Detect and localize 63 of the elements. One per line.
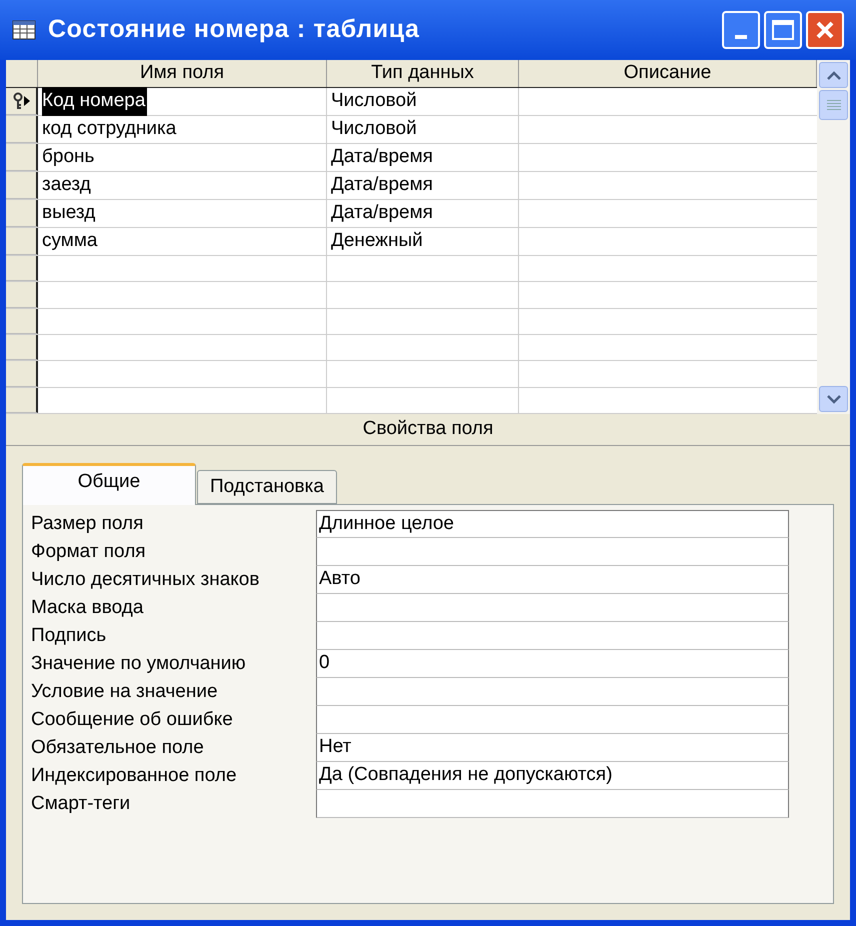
chevron-down-icon <box>826 394 840 404</box>
property-label: Значение по умолчанию <box>31 652 246 676</box>
property-label: Подпись <box>31 624 106 648</box>
field-name: бронь <box>42 145 94 170</box>
property-field[interactable]: Да (Совпадения не допускаются) <box>316 762 789 790</box>
property-label: Обязательное поле <box>31 736 204 760</box>
minimize-button[interactable] <box>722 11 760 49</box>
property-field[interactable]: 0 <box>316 650 789 678</box>
property-field[interactable] <box>316 706 789 734</box>
row-selector[interactable] <box>6 228 38 255</box>
window-title: Состояние номера : таблица <box>48 14 421 46</box>
close-button[interactable] <box>806 11 844 49</box>
close-icon <box>815 20 835 40</box>
maximize-button[interactable] <box>764 11 802 49</box>
row-selector[interactable] <box>6 308 38 334</box>
tab[interactable]: Подстановка <box>197 470 337 504</box>
row-selector[interactable] <box>6 282 38 308</box>
property-label: Сообщение об ошибке <box>31 708 233 732</box>
field-name: выезд <box>42 201 96 226</box>
field-name: сумма <box>42 229 98 254</box>
property-label: Смарт-теги <box>31 792 130 816</box>
data-type: Дата/время <box>331 145 433 170</box>
data-type: Денежный <box>331 229 423 254</box>
table-icon <box>12 20 36 40</box>
row-selector[interactable] <box>6 361 38 387</box>
property-field[interactable] <box>316 790 789 818</box>
row-selector[interactable] <box>6 116 38 143</box>
field-name: Код номера <box>42 87 148 116</box>
row-selector[interactable] <box>6 256 38 282</box>
property-field[interactable] <box>316 538 789 566</box>
row-selector[interactable] <box>6 144 38 171</box>
property-label: Маска ввода <box>31 596 144 620</box>
key-icon <box>12 92 22 110</box>
scrollbar[interactable] <box>817 60 850 414</box>
scroll-up-button[interactable] <box>819 62 848 88</box>
row-selector[interactable] <box>6 172 38 199</box>
column-header: Тип данных <box>327 60 519 87</box>
field-name: заезд <box>42 173 91 198</box>
property-field[interactable] <box>316 594 789 622</box>
row-selector[interactable] <box>6 334 38 360</box>
property-label: Размер поля <box>31 512 144 536</box>
property-label: Индексированное поле <box>31 764 237 788</box>
property-field[interactable]: Авто <box>316 566 789 594</box>
property-label: Число десятичных знаков <box>31 568 260 592</box>
data-type: Числовой <box>331 117 417 142</box>
row-selector[interactable] <box>6 388 38 413</box>
property-field[interactable] <box>316 678 789 706</box>
tab[interactable]: Общие <box>22 463 196 505</box>
data-type: Дата/время <box>331 173 433 198</box>
scroll-thumb[interactable] <box>819 90 848 120</box>
property-field[interactable] <box>316 622 789 650</box>
row-selector[interactable] <box>6 200 38 227</box>
property-label: Условие на значение <box>31 680 218 704</box>
property-label: Формат поля <box>31 540 146 564</box>
property-field[interactable]: Длинное целое <box>316 510 789 538</box>
scroll-down-button[interactable] <box>819 386 848 412</box>
data-type: Числовой <box>331 89 417 114</box>
chevron-up-icon <box>826 70 840 80</box>
property-field[interactable]: Нет <box>316 734 789 762</box>
data-type: Дата/время <box>331 201 433 226</box>
field-name: код сотрудника <box>42 117 176 142</box>
row-selector[interactable] <box>6 88 38 115</box>
section-title: Свойства поля <box>362 417 494 442</box>
